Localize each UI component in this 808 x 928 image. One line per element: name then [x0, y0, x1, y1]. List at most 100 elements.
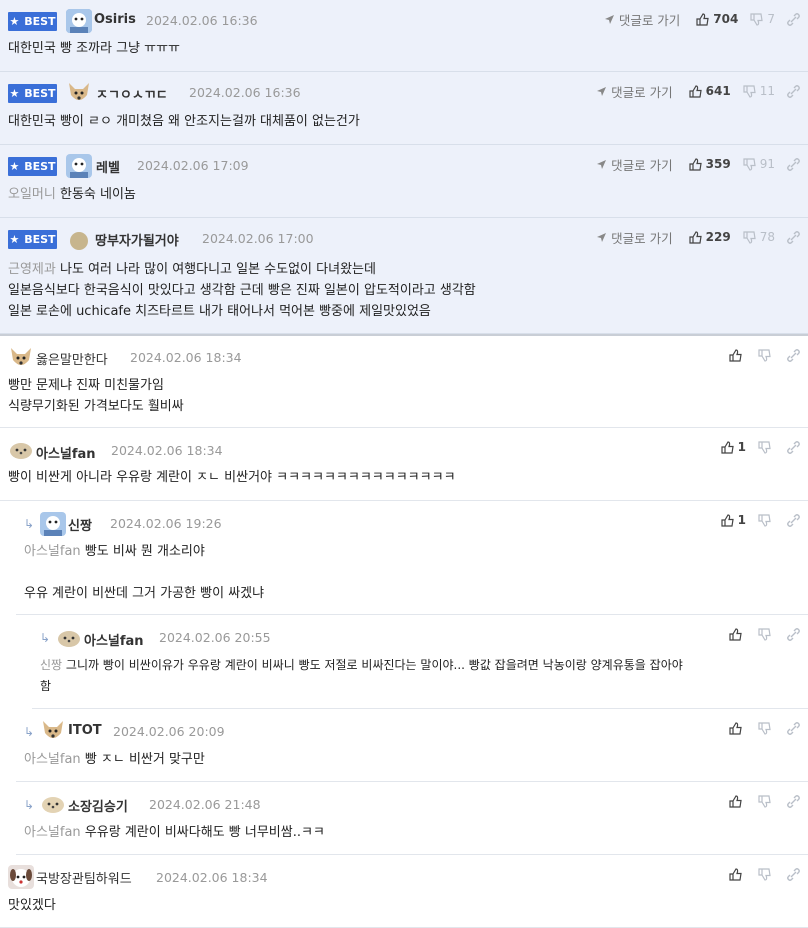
goto-comment-link[interactable]: 댓글로 가기 — [596, 228, 673, 247]
comment-date: 2024.02.06 16:36 — [189, 85, 301, 100]
downvote-button[interactable] — [758, 867, 775, 881]
link-icon — [787, 84, 800, 98]
avatar[interactable] — [40, 792, 66, 816]
avatar[interactable] — [8, 346, 34, 370]
avatar[interactable] — [8, 438, 34, 462]
reply-target[interactable]: 아스널fan — [24, 544, 81, 559]
downvote-button[interactable]: 11 — [743, 84, 775, 98]
user-icon — [66, 154, 92, 178]
downvote-button[interactable] — [758, 721, 775, 735]
nickname[interactable]: ITOT — [68, 723, 102, 738]
avatar[interactable] — [8, 865, 34, 889]
best-badge: ★ BEST — [8, 157, 57, 176]
nickname[interactable]: 아스널fan — [36, 443, 96, 462]
avatar[interactable] — [66, 9, 92, 33]
best-badge: ★ BEST — [8, 12, 57, 31]
share-link-button[interactable] — [787, 348, 800, 362]
downvote-button[interactable]: 78 — [743, 230, 775, 244]
comment-date: 2024.02.06 18:34 — [111, 443, 223, 458]
upvote-button[interactable] — [729, 721, 746, 735]
share-link-button[interactable] — [787, 84, 800, 98]
thumbs-down-icon — [750, 12, 764, 26]
upvote-button[interactable]: 1 — [721, 440, 746, 454]
star-icon: ★ — [9, 160, 20, 173]
downvote-button[interactable]: 7 — [750, 12, 775, 26]
nickname[interactable]: ㅈㄱㅇㅅㄲㄷ — [96, 84, 168, 103]
downvote-button[interactable] — [758, 348, 775, 362]
downvote-button[interactable] — [758, 627, 775, 641]
upvote-button[interactable] — [729, 627, 746, 641]
nickname[interactable]: 옳은말만한다 — [36, 349, 108, 368]
reply-target[interactable]: 아스널fan — [24, 825, 81, 840]
share-link-button[interactable] — [787, 440, 800, 454]
upvote-button[interactable] — [729, 867, 746, 881]
upvote-button[interactable]: 229 — [689, 230, 731, 244]
goto-comment-link[interactable]: 댓글로 가기 — [596, 82, 673, 101]
avatar[interactable] — [70, 232, 88, 250]
reply-target[interactable]: 근영제과 — [8, 262, 56, 277]
share-link-button[interactable] — [787, 721, 800, 735]
share-link-button[interactable] — [787, 12, 800, 26]
thumbs-up-icon — [689, 157, 702, 171]
share-link-button[interactable] — [787, 867, 800, 881]
share-link-button[interactable] — [787, 513, 800, 527]
best-comment: ★ BEST Osiris 2024.02.06 16:36 댓글로 가기 70… — [0, 0, 808, 72]
puppy-icon — [10, 443, 32, 459]
comment-date: 2024.02.06 21:48 — [149, 797, 261, 812]
thumbs-up-icon — [689, 230, 702, 244]
avatar[interactable] — [66, 154, 92, 178]
link-icon — [787, 230, 800, 244]
upvote-button[interactable] — [729, 348, 746, 362]
comment: 아스널fan 2024.02.06 18:34 1 빵이 비싼게 아니라 우유랑… — [0, 428, 808, 501]
avatar[interactable] — [66, 81, 92, 105]
reply-arrow-icon: ↳ — [24, 725, 35, 739]
send-icon — [597, 86, 607, 96]
comment-text: 대한민국 빵이 ㄹㅇ 개미쳤음 왜 안조지는걸까 대체품이 없는건가 — [8, 114, 360, 129]
downvote-button[interactable] — [758, 794, 775, 808]
reply-target[interactable]: 아스널fan — [24, 752, 81, 767]
nickname[interactable]: 아스널fan — [84, 630, 144, 649]
upvote-button[interactable] — [729, 794, 746, 808]
downvote-button[interactable] — [758, 513, 775, 527]
thumbs-up-icon — [721, 513, 734, 527]
upvote-button[interactable]: 1 — [721, 513, 746, 527]
avatar[interactable] — [40, 512, 66, 536]
nickname[interactable]: 레벨 — [96, 157, 120, 176]
comment-date: 2024.02.06 17:09 — [137, 158, 249, 173]
nickname[interactable]: 신짱 — [68, 515, 92, 534]
comment-text: 빵이 비싼게 아니라 우유랑 계란이 ㅈㄴ 비싼거야 ㅋㅋㅋㅋㅋㅋㅋㅋㅋㅋㅋㅋㅋ… — [8, 470, 456, 485]
goto-comment-link[interactable]: 댓글로 가기 — [596, 155, 673, 174]
avatar[interactable] — [56, 626, 82, 650]
link-icon — [787, 627, 800, 641]
upvote-button[interactable]: 641 — [689, 84, 731, 98]
downvote-button[interactable] — [758, 440, 775, 454]
reply-target[interactable]: 신짱 — [40, 658, 62, 672]
goto-comment-link[interactable]: 댓글로 가기 — [604, 10, 680, 29]
comment-actions — [729, 625, 800, 643]
thumbs-down-icon — [758, 721, 771, 735]
thumbs-up-icon — [729, 794, 742, 808]
nickname[interactable]: 땅부자가될거야 — [95, 230, 179, 249]
share-link-button[interactable] — [787, 627, 800, 641]
thumbs-up-icon — [729, 627, 742, 641]
comment-actions: 댓글로 가기 704 7 — [604, 10, 800, 28]
nickname[interactable]: 소장김승기 — [68, 796, 128, 815]
link-icon — [787, 440, 800, 454]
share-link-button[interactable] — [787, 794, 800, 808]
comment-date: 2024.02.06 20:09 — [113, 724, 225, 739]
thumbs-down-icon — [743, 157, 756, 171]
upvote-button[interactable]: 704 — [696, 12, 738, 26]
share-link-button[interactable] — [787, 157, 800, 171]
reply-target[interactable]: 오일머니 — [8, 187, 56, 202]
nickname[interactable]: Osiris — [94, 12, 136, 27]
dog-icon — [43, 721, 63, 738]
share-link-button[interactable] — [787, 230, 800, 244]
comment-actions: 1 — [721, 511, 800, 529]
upvote-button[interactable]: 359 — [689, 157, 731, 171]
downvote-button[interactable]: 91 — [743, 157, 775, 171]
link-icon — [787, 12, 800, 26]
avatar[interactable] — [40, 719, 66, 743]
nickname[interactable]: 국방장관팀하워드 — [36, 868, 132, 887]
reply-arrow-icon: ↳ — [24, 798, 35, 812]
comment-text: 근영제과 나도 여러 나라 많이 여행다니고 일본 수도없이 다녀왔는데 일본음… — [8, 262, 476, 319]
